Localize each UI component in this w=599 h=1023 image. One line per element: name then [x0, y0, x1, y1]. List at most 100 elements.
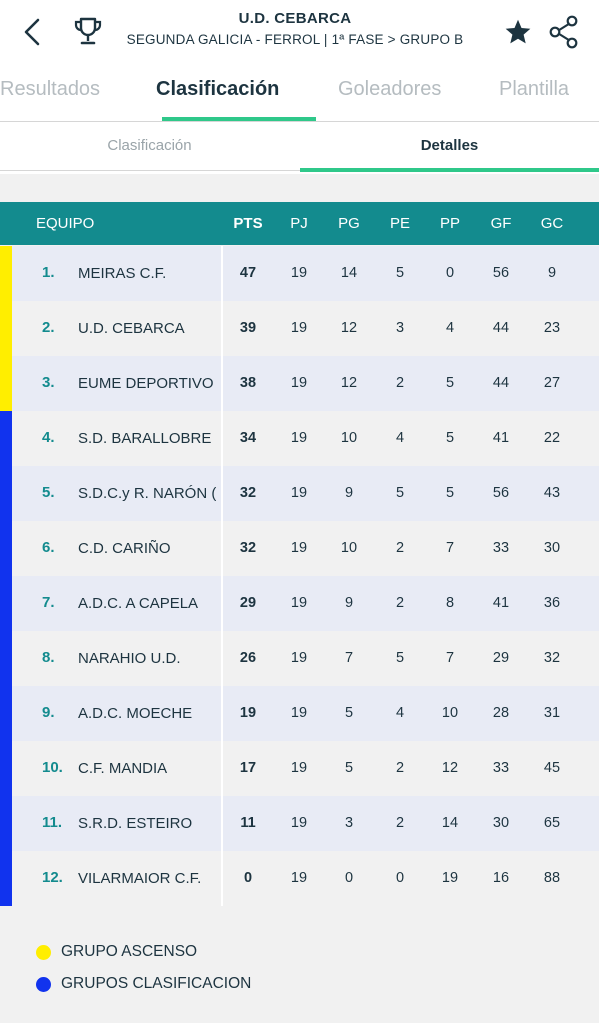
won: 3	[344, 815, 354, 831]
goals-for: 29	[492, 650, 510, 666]
played: 19	[290, 485, 308, 501]
zone-bar	[0, 686, 12, 741]
played: 19	[290, 595, 308, 611]
goals-against: 43	[543, 485, 561, 501]
points: 17	[239, 760, 257, 776]
column-divider	[221, 246, 223, 906]
subtab-detalles[interactable]: Detalles	[300, 137, 599, 154]
tab-goleadores[interactable]: Goleadores	[338, 78, 441, 101]
played: 19	[290, 320, 308, 336]
zone-bar	[0, 356, 12, 411]
tab-resultados[interactable]: Resultados	[0, 78, 100, 101]
table-row[interactable]: 10. C.F. MANDIA 17 19 5 2 12 33 45	[0, 741, 599, 796]
played: 19	[290, 870, 308, 886]
share-button[interactable]	[544, 12, 584, 52]
back-arrow-icon	[24, 18, 40, 46]
team-name: MEIRAS C.F.	[78, 265, 167, 282]
drawn: 4	[395, 705, 405, 721]
star-icon	[505, 19, 531, 44]
won: 9	[344, 595, 354, 611]
drawn: 4	[395, 430, 405, 446]
table-row[interactable]: 9. A.D.C. MOECHE 19 19 5 4 10 28 31	[0, 686, 599, 741]
points: 32	[239, 485, 257, 501]
share-icon	[549, 15, 578, 49]
trophy-button[interactable]	[70, 12, 106, 52]
goals-for: 30	[492, 815, 510, 831]
header-title-block: U.D. CEBARCA SEGUNDA GALICIA - FERROL | …	[110, 10, 480, 47]
won: 10	[340, 540, 358, 556]
table-row[interactable]: 5. S.D.C.y R. NARÓN (32 19 9 5 5 56 43	[0, 466, 599, 521]
position: 9.	[42, 704, 55, 721]
header-pe: PE	[389, 215, 410, 232]
position: 2.	[42, 319, 55, 336]
legend-label: GRUPO ASCENSO	[61, 943, 198, 960]
table-row[interactable]: 8. NARAHIO U.D. 26 19 7 5 7 29 32	[0, 631, 599, 686]
lost: 8	[445, 595, 455, 611]
won: 5	[344, 760, 354, 776]
legend-label: GRUPOS CLASIFICACION	[61, 975, 252, 992]
drawn: 3	[395, 320, 405, 336]
lost: 4	[445, 320, 455, 336]
position: 11.	[42, 814, 63, 831]
back-button[interactable]	[16, 14, 48, 50]
points: 26	[239, 650, 257, 666]
position: 12.	[42, 869, 63, 886]
lost: 5	[445, 375, 455, 391]
tab-plantilla[interactable]: Plantilla	[499, 78, 569, 101]
points: 0	[243, 870, 253, 886]
subtab-clasificacion[interactable]: Clasificación	[0, 137, 299, 154]
lost: 12	[441, 760, 459, 776]
lost: 5	[445, 430, 455, 446]
table-row[interactable]: 4. S.D. BARALLOBRE 34 19 10 4 5 41 22	[0, 411, 599, 466]
header-pp: PP	[439, 215, 460, 232]
top-bar: U.D. CEBARCA SEGUNDA GALICIA - FERROL | …	[0, 0, 599, 64]
won: 7	[344, 650, 354, 666]
drawn: 2	[395, 540, 405, 556]
table-row[interactable]: 2. U.D. CEBARCA 39 19 12 3 4 44 23	[0, 301, 599, 356]
team-name: A.D.C. MOECHE	[78, 705, 193, 722]
team-name: A.D.C. A CAPELA	[78, 595, 199, 612]
goals-for: 56	[492, 485, 510, 501]
subtab-divider	[0, 170, 300, 171]
drawn: 2	[395, 375, 405, 391]
drawn: 2	[395, 815, 405, 831]
position: 4.	[42, 429, 55, 446]
favorite-button[interactable]	[500, 14, 536, 50]
drawn: 5	[395, 265, 405, 281]
team-name: S.R.D. ESTEIRO	[78, 815, 193, 832]
points: 47	[239, 265, 257, 281]
table-row[interactable]: 11. S.R.D. ESTEIRO 11 19 3 2 14 30 65	[0, 796, 599, 851]
position: 8.	[42, 649, 55, 666]
goals-for: 44	[492, 375, 510, 391]
won: 12	[340, 375, 358, 391]
team-name: S.D. BARALLOBRE	[78, 430, 212, 447]
goals-against: 65	[543, 815, 561, 831]
drawn: 0	[395, 870, 405, 886]
table-row[interactable]: 12. VILARMAIOR C.F. 0 19 0 0 19 16 88	[0, 851, 599, 906]
played: 19	[290, 705, 308, 721]
table-row[interactable]: 7. A.D.C. A CAPELA 29 19 9 2 8 41 36	[0, 576, 599, 631]
team-name: C.F. MANDIA	[78, 760, 168, 777]
goals-for: 41	[492, 430, 510, 446]
position: 10.	[42, 759, 63, 776]
table-row[interactable]: 1. MEIRAS C.F. 47 19 14 5 0 56 9	[0, 246, 599, 301]
zone-bar	[0, 521, 12, 576]
zone-bar	[0, 741, 12, 796]
goals-against: 23	[543, 320, 561, 336]
played: 19	[290, 760, 308, 776]
tab-clasificacion[interactable]: Clasificación	[156, 78, 279, 101]
goals-against: 45	[543, 760, 561, 776]
goals-for: 33	[492, 760, 510, 776]
legend: GRUPO ASCENSO GRUPOS CLASIFICACION	[36, 936, 251, 1000]
table-row[interactable]: 3. EUME DEPORTIVO ' 38 19 12 2 5 44 27	[0, 356, 599, 411]
goals-against: 88	[543, 870, 561, 886]
legend-dot	[36, 976, 51, 992]
lost: 0	[445, 265, 455, 281]
team-name: VILARMAIOR C.F.	[78, 870, 202, 887]
table-row[interactable]: 6. C.D. CARIÑO 32 19 10 2 7 33 30	[0, 521, 599, 576]
lost: 19	[441, 870, 459, 886]
header-pj: PJ	[290, 215, 308, 232]
header-equipo: EQUIPO	[36, 215, 95, 232]
competition-subtitle: SEGUNDA GALICIA - FERROL | 1ª FASE > GRU…	[126, 32, 464, 47]
legend-dot	[36, 944, 51, 960]
